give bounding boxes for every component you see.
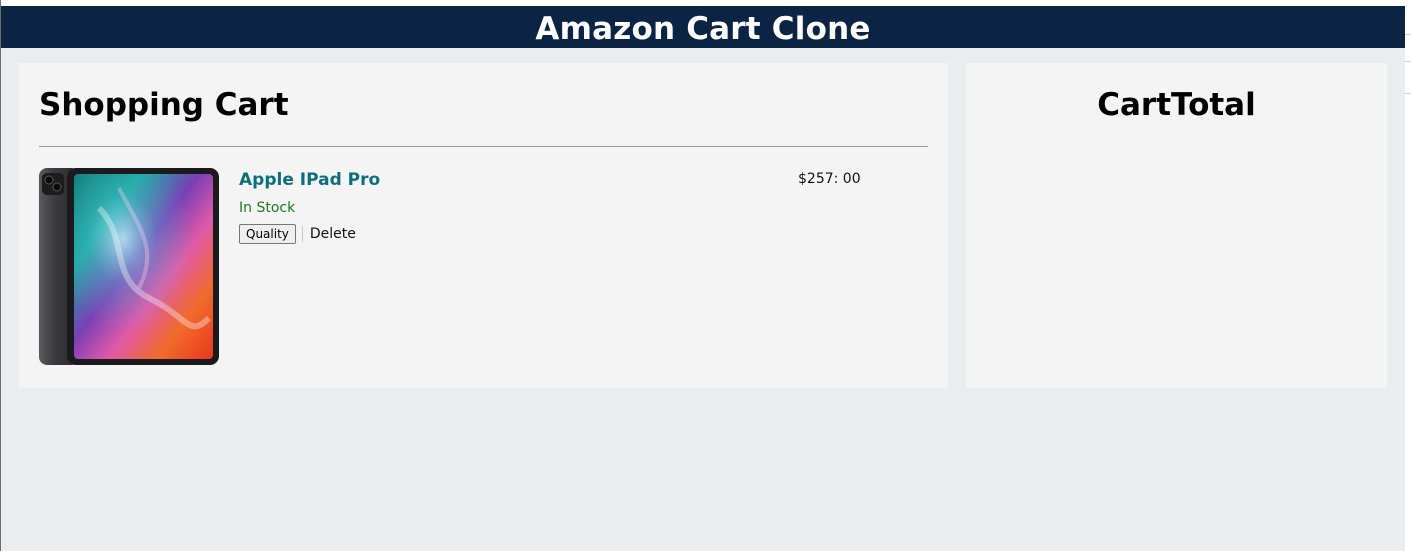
gutter-line bbox=[1405, 61, 1411, 62]
stock-status: In Stock bbox=[239, 200, 296, 216]
shopping-cart-panel: Shopping Cart Apple IPad Pro In Stock Qu… bbox=[19, 63, 948, 388]
right-gutter bbox=[1405, 0, 1411, 551]
gutter-line bbox=[1405, 93, 1411, 94]
app-container: Amazon Cart Clone Shopping Cart Apple IP… bbox=[1, 0, 1405, 551]
item-actions: Quality Delete bbox=[239, 224, 356, 244]
delete-link[interactable]: Delete bbox=[310, 226, 356, 242]
cart-total-panel: CartTotal bbox=[966, 63, 1387, 388]
shopping-cart-title: Shopping Cart bbox=[39, 87, 289, 123]
quantity-button[interactable]: Quality bbox=[239, 224, 296, 244]
item-price: $257: 00 bbox=[798, 171, 861, 187]
gutter-line bbox=[1405, 34, 1411, 35]
product-name-link[interactable]: Apple IPad Pro bbox=[239, 170, 380, 190]
cart-total-title: CartTotal bbox=[1097, 87, 1256, 123]
ipad-product-image[interactable] bbox=[39, 168, 219, 365]
site-title: Amazon Cart Clone bbox=[535, 11, 871, 47]
site-header: Amazon Cart Clone bbox=[1, 6, 1405, 48]
cart-divider bbox=[39, 146, 928, 147]
action-separator bbox=[301, 226, 303, 242]
